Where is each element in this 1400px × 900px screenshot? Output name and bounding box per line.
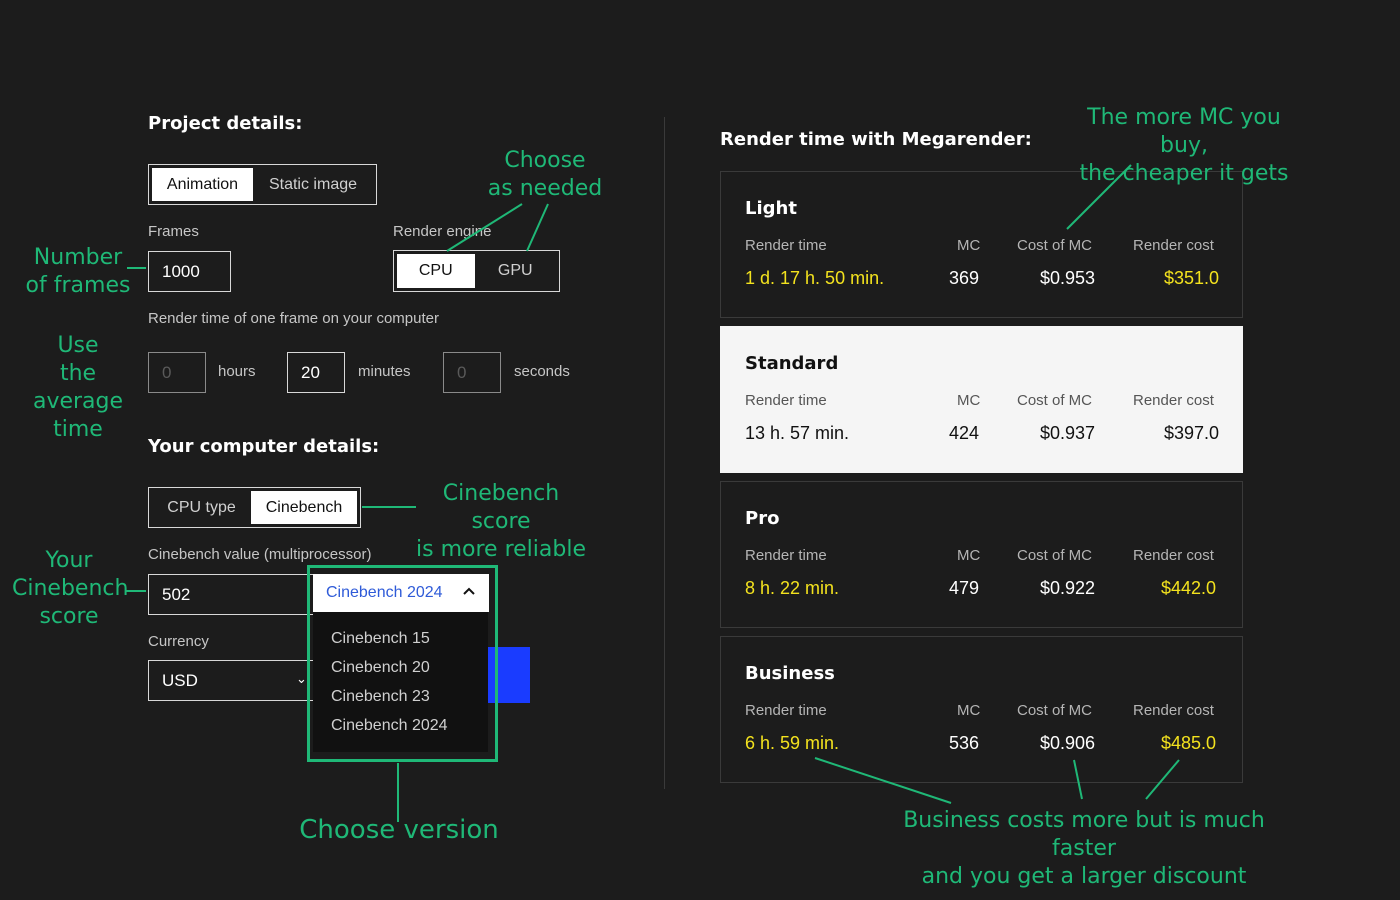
annotation-choose-as-needed: Choose as needed [487, 148, 603, 201]
annotation-more-mc: The more MC you buy, the cheaper it gets [1079, 105, 1289, 186]
annotation-number-of-frames: Number of frames [25, 245, 131, 298]
annotation-use-average-time: Use the average time [32, 333, 124, 442]
annotation-choose-version: Choose version [299, 815, 499, 845]
annotation-your-cinebench: Your Cinebench score [12, 548, 129, 629]
annotation-cinebench-reliable: Cinebench score is more reliable [416, 481, 586, 562]
annotation-business: Business costs more but is much faster a… [903, 808, 1265, 889]
